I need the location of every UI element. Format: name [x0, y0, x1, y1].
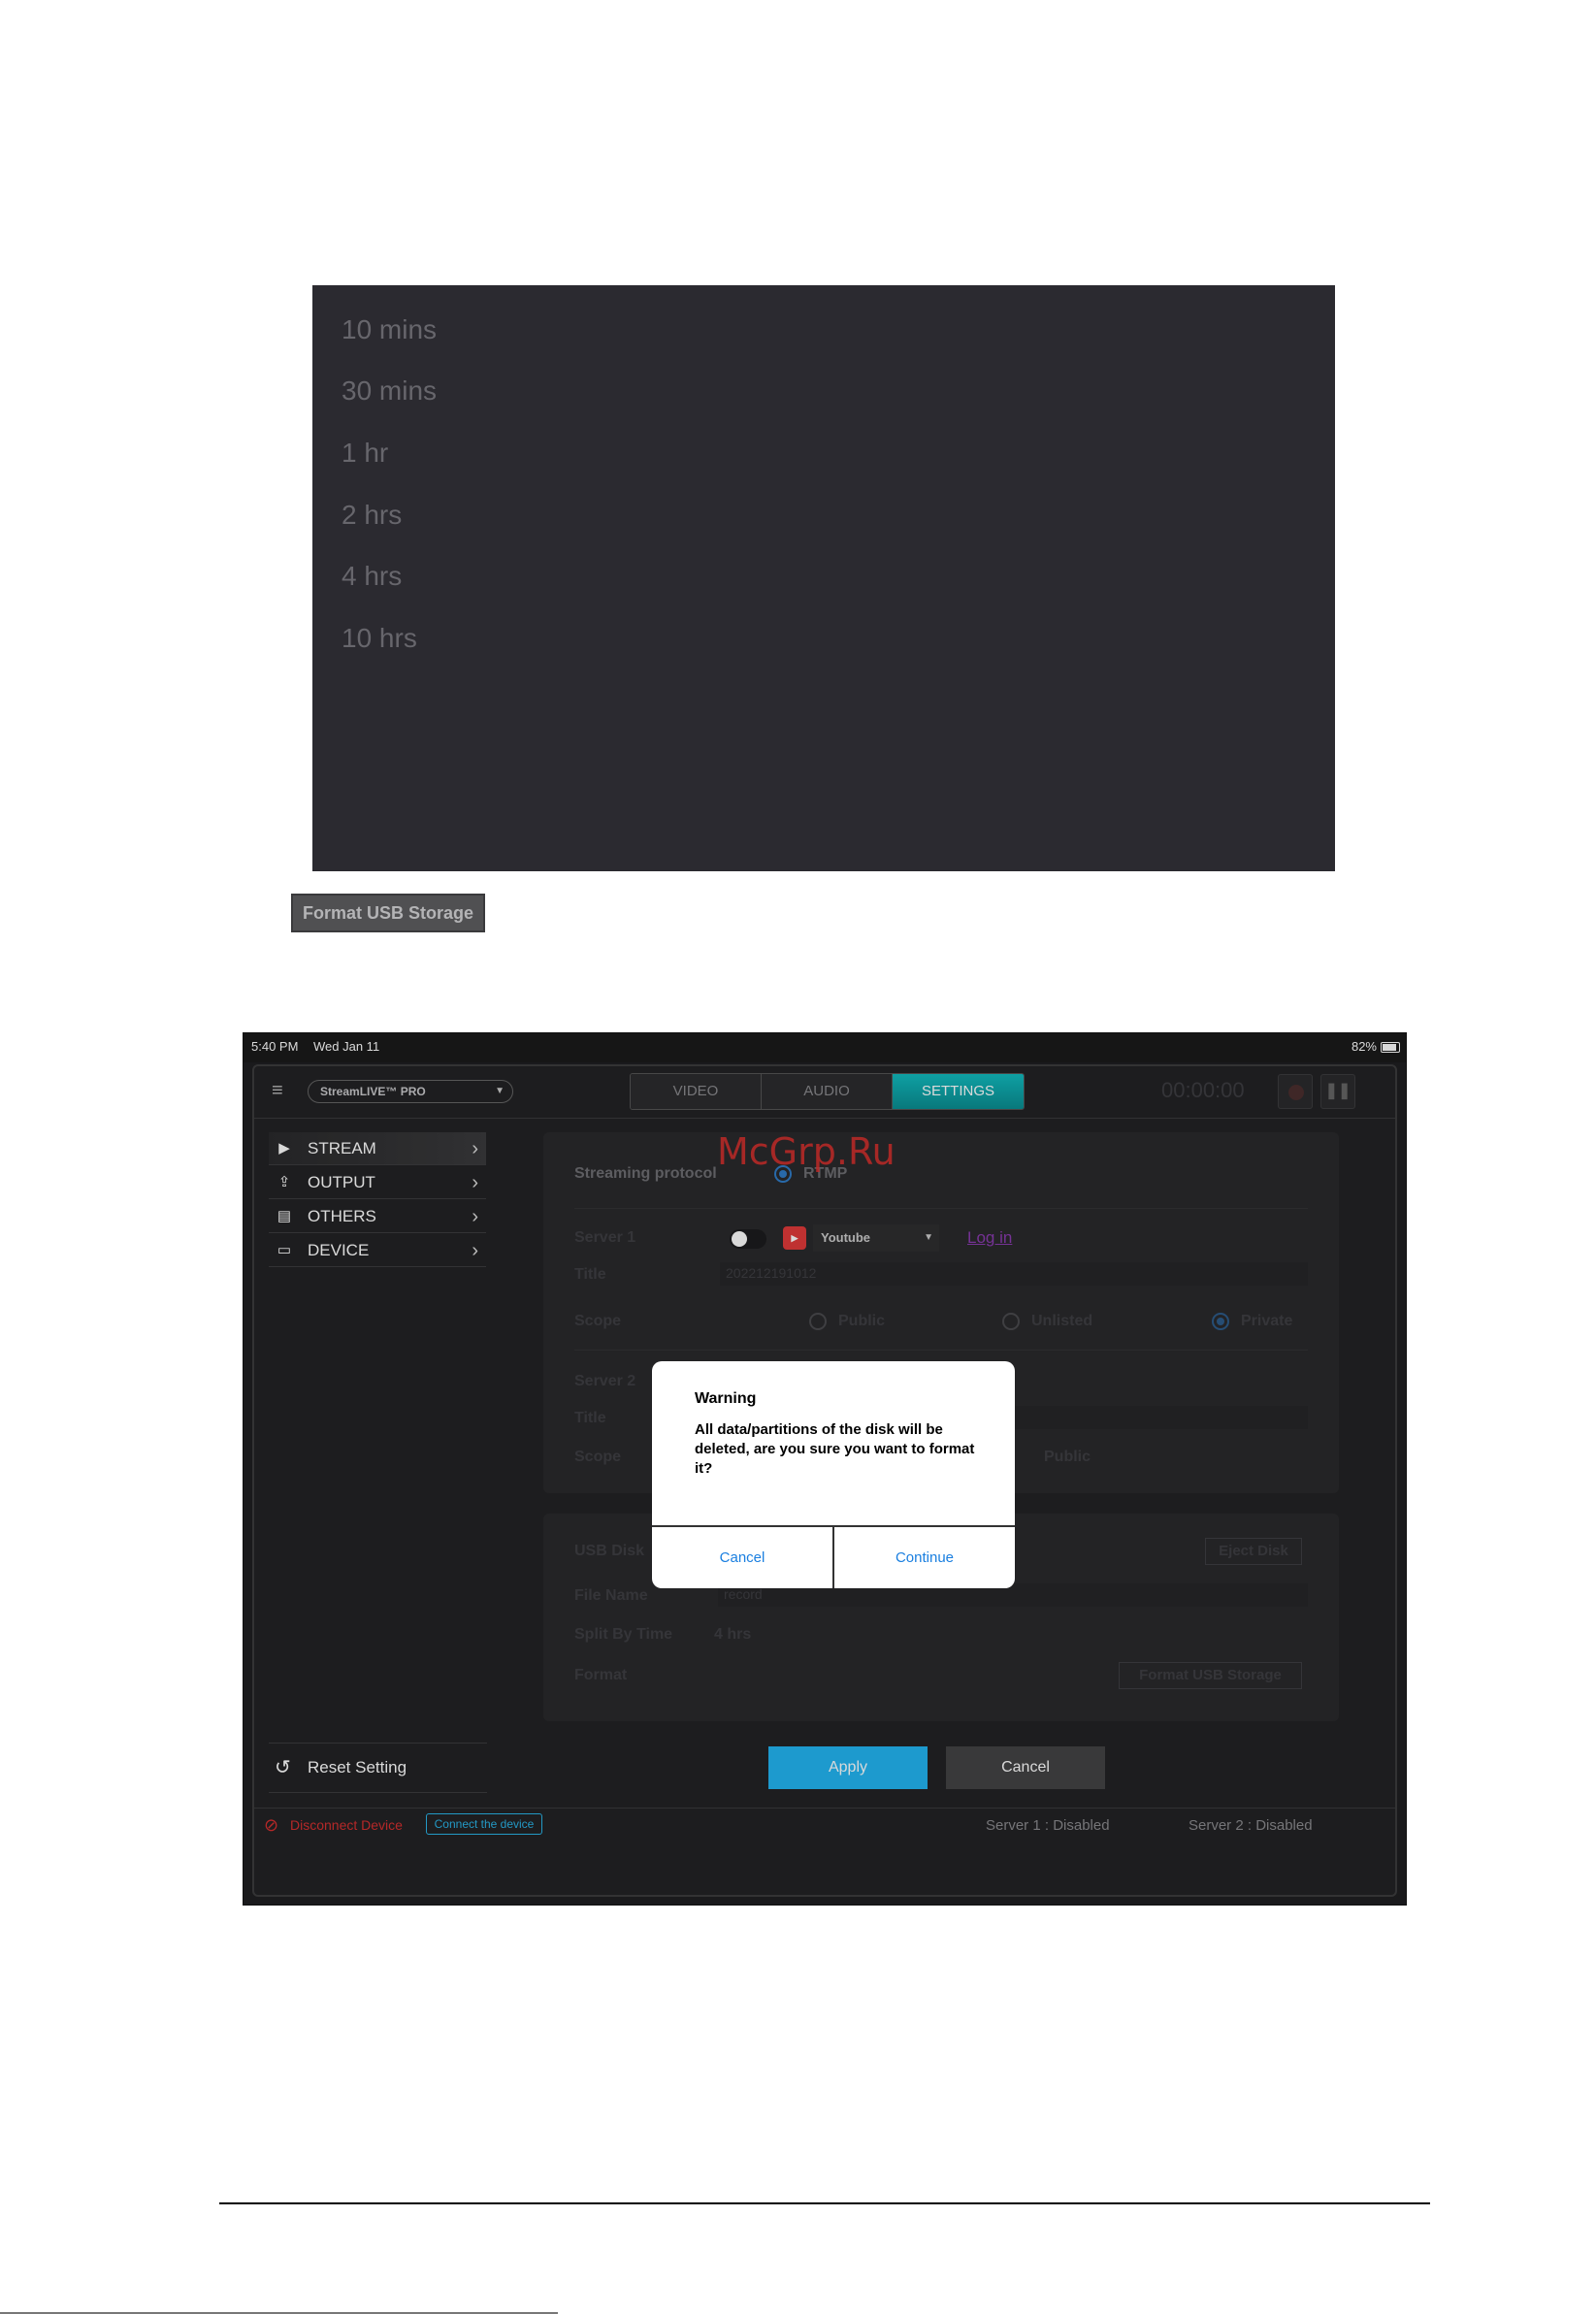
ipad-screen: 5:40 PM Wed Jan 11 82% ≡ StreamLIVE™ PRO… [243, 1032, 1407, 1906]
dialog-cancel-button[interactable]: Cancel [652, 1527, 832, 1588]
dialog-continue-button[interactable]: Continue [834, 1527, 1015, 1588]
warning-dialog: Warning All data/partitions of the disk … [652, 1361, 1015, 1588]
time-option-30-mins[interactable]: 30 mins [342, 372, 437, 410]
time-option-1-hr[interactable]: 1 hr [342, 434, 388, 473]
dialog-message: All data/partitions of the disk will be … [695, 1421, 975, 1477]
split-time-dropdown-list: 10 mins 30 mins 1 hr 2 hrs 4 hrs 10 hrs [312, 285, 1335, 871]
time-option-10-mins[interactable]: 10 mins [342, 310, 437, 349]
format-usb-storage-button[interactable]: Format USB Storage [291, 894, 485, 932]
dialog-title: Warning [695, 1390, 757, 1407]
time-option-10-hrs[interactable]: 10 hrs [342, 619, 417, 658]
page-rule [219, 2202, 1430, 2204]
time-option-2-hrs[interactable]: 2 hrs [342, 496, 402, 535]
time-option-4-hrs[interactable]: 4 hrs [342, 557, 402, 596]
